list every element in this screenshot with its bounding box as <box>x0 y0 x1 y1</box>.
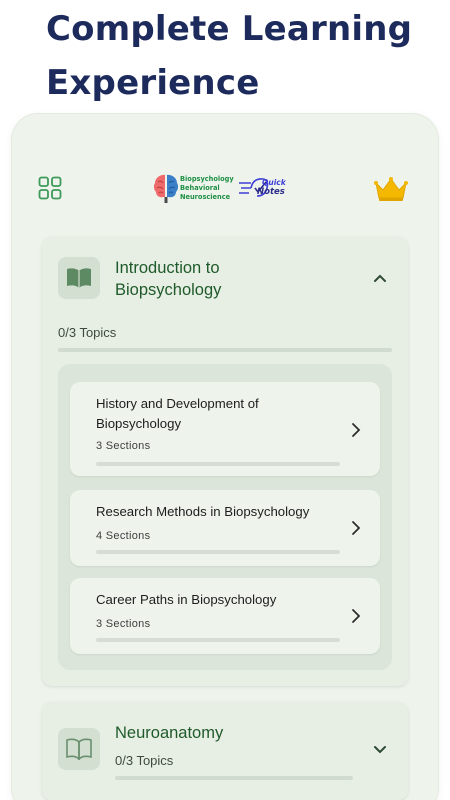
lesson-sections: 3 Sections <box>96 618 151 630</box>
chevron-up-icon[interactable] <box>372 270 388 286</box>
module-title: Introduction to Biopsychology <box>115 259 222 299</box>
chevron-down-icon[interactable] <box>372 742 388 758</box>
lesson-sections: 3 Sections <box>96 440 151 452</box>
book-open-icon <box>58 257 100 299</box>
module-card-neuroanatomy[interactable]: Neuroanatomy 0/3 Topics <box>42 702 408 800</box>
lesson-card[interactable]: History and Development of Biopsychology… <box>70 382 380 476</box>
lesson-progress-bar <box>96 550 340 554</box>
page-headline: Complete Learning Experience <box>46 9 413 103</box>
module-progress-bar <box>58 348 392 352</box>
grid-icon[interactable] <box>38 176 62 200</box>
module-progress-bar <box>115 776 353 780</box>
lessons-panel: History and Development of Biopsychology… <box>58 364 392 670</box>
crown-icon[interactable] <box>374 176 408 202</box>
book-open-icon <box>58 728 100 770</box>
lesson-title: History and Development of Biopsychology <box>96 396 259 431</box>
chevron-right-icon[interactable] <box>350 520 362 536</box>
module-title: Neuroanatomy <box>115 724 224 742</box>
lesson-sections: 4 Sections <box>96 530 151 542</box>
lesson-progress-bar <box>96 638 340 642</box>
app-logo: Biopsychology Behavioral Neuroscience Qu… <box>153 170 295 206</box>
lesson-progress-bar <box>96 462 340 466</box>
module-card-introduction[interactable]: Introduction to Biopsychology 0/3 Topics… <box>42 237 408 686</box>
chevron-right-icon[interactable] <box>350 422 362 438</box>
topics-count: 0/3 Topics <box>58 325 117 340</box>
chevron-right-icon[interactable] <box>350 608 362 624</box>
logo-text: Biopsychology Behavioral Neuroscience <box>180 175 234 201</box>
brain-icon <box>153 174 179 203</box>
lesson-title: Career Paths in Biopsychology <box>96 592 277 607</box>
lesson-card[interactable]: Research Methods in Biopsychology 4 Sect… <box>70 490 380 566</box>
topics-count: 0/3 Topics <box>115 753 174 768</box>
lesson-card[interactable]: Career Paths in Biopsychology 3 Sections <box>70 578 380 654</box>
lesson-title: Research Methods in Biopsychology <box>96 504 310 519</box>
